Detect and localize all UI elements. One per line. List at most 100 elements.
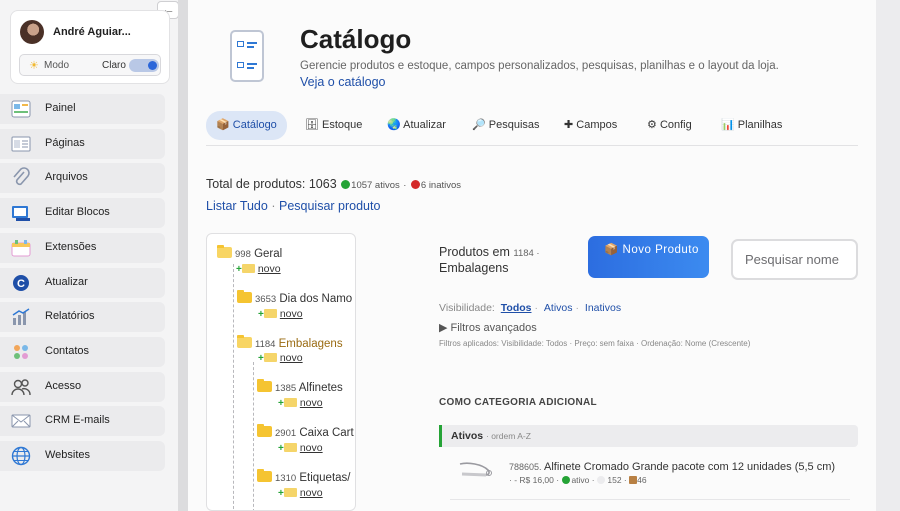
globe-icon [11, 446, 31, 466]
node-name: Etiquetas/ [299, 472, 351, 484]
tree-new-link[interactable]: + novo [236, 263, 281, 275]
sidebar-item-editar-blocos[interactable]: Editar Blocos [0, 198, 165, 228]
tab-bar: 📦 Catálogo 🗄 Estoque 🌏 Atualizar 🔎 Pesqu… [206, 110, 858, 146]
theme-mode-switch[interactable]: ☀ Modo Claro [19, 54, 161, 76]
plus-icon: + [258, 353, 264, 364]
category-id: 1184 [513, 248, 534, 259]
visibility-option-todos[interactable]: Todos [501, 302, 532, 314]
tree-node-geral[interactable]: 998 Geral [217, 245, 282, 260]
node-id: 998 [235, 249, 251, 260]
sidebar-item-websites[interactable]: Websites [0, 441, 165, 471]
total-count: 1063 [308, 177, 337, 191]
sidebar-item-arquivos[interactable]: Arquivos [0, 163, 165, 193]
tree-node-caixa-cartao[interactable]: 2901 Caixa Cart [257, 424, 354, 439]
sidebar-item-label: Painel [45, 102, 76, 114]
pages-icon [11, 136, 31, 152]
visibility-option-ativos[interactable]: Ativos [544, 302, 573, 314]
cabinet-icon: 🗄 [305, 119, 319, 131]
tab-planilhas[interactable]: 📊 Planilhas [711, 111, 792, 140]
visibility-filter: Visibilidade: Todos · Ativos · Inativos [439, 302, 624, 314]
group-header: Ativos · ordem A-Z [439, 425, 858, 447]
tree-new-link[interactable]: + novo [278, 487, 323, 499]
tab-label: Pesquisas [488, 119, 540, 131]
folder-icon [257, 424, 272, 437]
sidebar-item-label: Extensões [45, 241, 97, 253]
sidebar-item-contatos[interactable]: Contatos [0, 337, 165, 367]
total-label: Total de produtos: [206, 177, 306, 191]
search-product-link[interactable]: Pesquisar produto [279, 199, 380, 213]
right-margin [876, 0, 900, 511]
green-dot-icon [341, 180, 351, 189]
tree-node-dia-dos-namorados[interactable]: 3653 Dia dos Namo [237, 290, 352, 305]
sidebar-item-painel[interactable]: Painel [0, 94, 165, 124]
node-name: Caixa Cart [299, 427, 354, 439]
visibility-option-inativos[interactable]: Inativos [585, 302, 621, 314]
plus-icon: + [278, 398, 284, 409]
sidebar-item-acesso[interactable]: Acesso [0, 372, 165, 402]
plus-icon: + [278, 488, 284, 499]
globe-icon: 🌏 [387, 119, 401, 131]
tab-config[interactable]: ⚙ Config [637, 111, 702, 140]
reports-icon [12, 308, 30, 325]
mode-label: Modo [44, 60, 70, 71]
red-dot-icon [410, 180, 420, 189]
product-thumbnail[interactable] [456, 458, 494, 484]
search-icon: 🔎 [472, 119, 486, 131]
mail-icon [11, 414, 31, 428]
sidebar-item-label: Editar Blocos [45, 206, 110, 218]
mode-toggle[interactable] [129, 59, 159, 72]
tree-new-link[interactable]: + novo [258, 308, 303, 320]
tree-new-link[interactable]: + novo [278, 397, 323, 409]
svg-text:C: C [17, 278, 25, 290]
plus-icon: + [236, 264, 242, 275]
search-name-input[interactable] [731, 239, 858, 280]
product-title[interactable]: 788605. Alfinete Cromado Grande pacote c… [509, 461, 835, 473]
product-row[interactable]: 788605. Alfinete Cromado Grande pacote c… [450, 456, 850, 500]
inactive-count: 6 inativos [420, 180, 462, 191]
product-id: 788605. [509, 462, 542, 472]
list-all-link[interactable]: Listar Tudo [206, 199, 268, 213]
node-name: Alfinetes [298, 382, 343, 394]
tab-catalogo[interactable]: 📦 Catálogo [206, 111, 287, 140]
tab-atualizar[interactable]: 🌏 Atualizar [377, 111, 456, 140]
folder-icon [257, 379, 272, 392]
box-icon: 📦 [604, 244, 619, 256]
tree-node-alfinetes[interactable]: 1385 Alfinetes [257, 379, 343, 394]
chart-icon: 📊 [721, 119, 735, 131]
tree-new-link[interactable]: + novo [278, 442, 323, 454]
sidebar-item-label: Contatos [45, 345, 90, 357]
folder-open-icon [217, 245, 232, 258]
tab-estoque[interactable]: 🗄 Estoque [295, 111, 372, 140]
tree-line [233, 264, 234, 510]
tree-new-link[interactable]: + novo [258, 352, 303, 364]
tab-campos[interactable]: ✚ Campos [554, 111, 627, 140]
sidebar-item-atualizar[interactable]: C Atualizar [0, 268, 165, 298]
tree-node-embalagens[interactable]: 1184 Embalagens [237, 335, 343, 350]
new-product-button[interactable]: 📦 Novo Produto [588, 236, 709, 278]
sidebar-item-relatorios[interactable]: Relatórios [0, 302, 165, 332]
view-catalog-link[interactable]: Veja o catálogo [300, 75, 386, 89]
tab-pesquisas[interactable]: 🔎 Pesquisas [462, 111, 550, 140]
avatar[interactable] [20, 20, 44, 44]
mode-value: Claro [102, 60, 126, 71]
sidebar-item-paginas[interactable]: Páginas [0, 129, 165, 159]
advanced-filters-toggle[interactable]: ▶ Filtros avançados [439, 321, 537, 334]
sidebar-item-extensoes[interactable]: Extensões [0, 233, 165, 263]
separator: · [403, 180, 407, 191]
folder-icon [283, 398, 297, 407]
product-summary: Total de produtos: 1063 1057 ativos · 6 … [206, 177, 461, 191]
paperclip-icon [13, 167, 30, 186]
node-id: 1184 [255, 339, 276, 350]
tree-node-etiquetas[interactable]: 1310 Etiquetas/ [257, 469, 351, 484]
access-icon [11, 379, 31, 396]
node-id: 1310 [275, 473, 297, 484]
category-name: Embalagens [439, 261, 509, 275]
sidebar-item-crm-emails[interactable]: CRM E-mails [0, 406, 165, 436]
folder-icon [237, 290, 252, 303]
new-label: novo [279, 308, 303, 320]
category-tree: 998 Geral + novo 3653 Dia dos Namo + novo … [206, 233, 356, 511]
folder-icon [241, 264, 255, 273]
sidebar: ← André Aguiar... ☀ Modo Claro Painel Pá… [0, 0, 179, 511]
sidebar-item-label: Relatórios [45, 310, 95, 322]
applied-filters: Filtros aplicados: Visibilidade: Todos ·… [439, 339, 751, 348]
